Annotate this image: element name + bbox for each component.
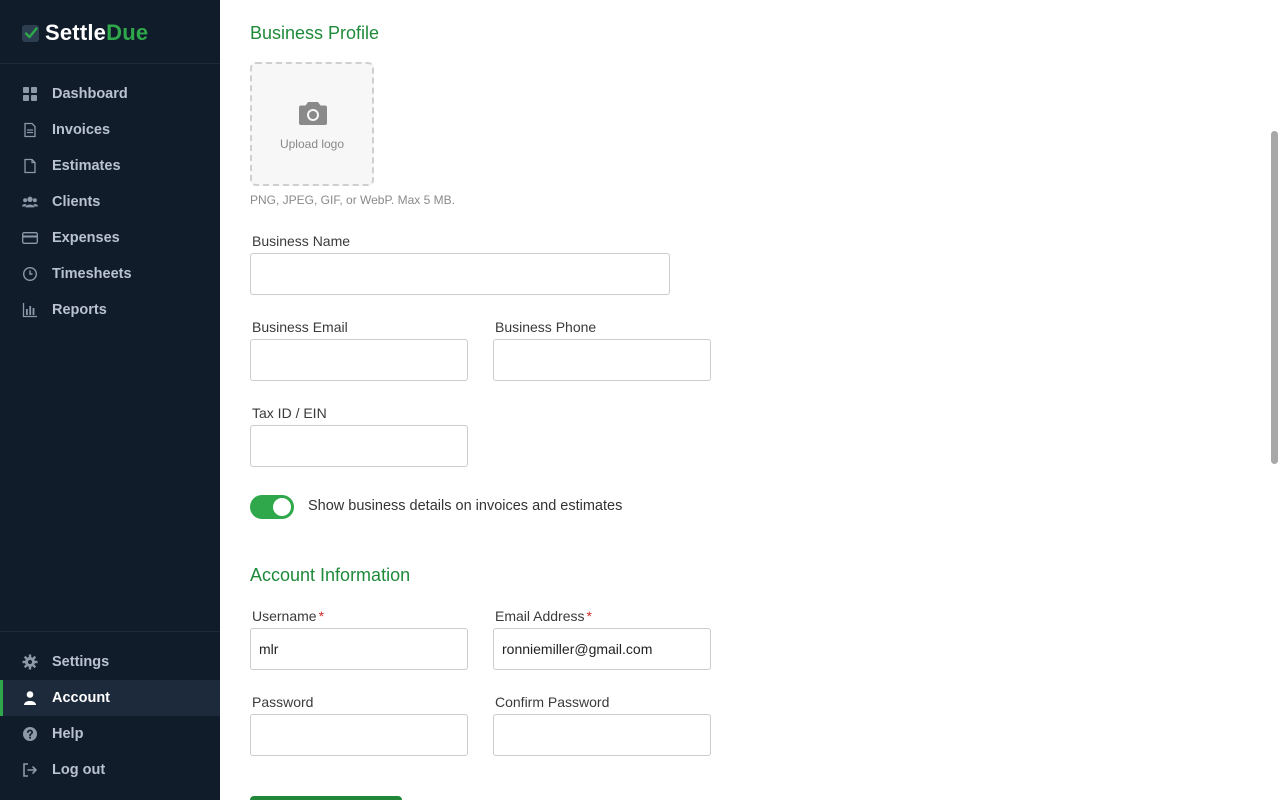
confirm-password-label: Confirm Password (495, 694, 610, 710)
sidebar-item-account[interactable]: Account (0, 680, 220, 716)
credit-card-icon (22, 230, 38, 246)
app-name-part1: Settle (45, 20, 107, 45)
scrollbar-thumb[interactable] (1271, 131, 1278, 464)
app-name-part2: Due (106, 20, 149, 45)
sidebar-item-clients[interactable]: Clients (0, 184, 220, 220)
bar-chart-icon (22, 302, 38, 318)
sidebar-item-expenses[interactable]: Expenses (0, 220, 220, 256)
sidebar-item-label: Log out (52, 762, 106, 778)
bottom-nav: Settings Account Help Log out (0, 644, 220, 788)
sidebar-item-label: Expenses (52, 230, 120, 246)
scrollbar-track[interactable] (1270, 0, 1280, 800)
required-marker: * (586, 608, 592, 624)
main-nav: Dashboard Invoices Estimates Clients Exp… (0, 76, 220, 328)
sidebar-item-settings[interactable]: Settings (0, 644, 220, 680)
camera-icon (298, 100, 328, 131)
gear-icon (22, 654, 38, 670)
sidebar-item-label: Clients (52, 194, 101, 210)
show-business-details-toggle[interactable] (250, 495, 294, 519)
business-phone-label: Business Phone (495, 319, 597, 335)
username-input[interactable] (250, 628, 468, 670)
check-logo-icon (22, 24, 39, 42)
tax-id-label: Tax ID / EIN (252, 405, 327, 421)
password-input[interactable] (250, 714, 468, 756)
app-name: SettleDue (45, 20, 148, 46)
upload-logo-label: Upload logo (279, 137, 345, 151)
business-email-label: Business Email (252, 319, 348, 335)
app-logo[interactable]: SettleDue (22, 19, 148, 47)
sidebar-divider (0, 631, 220, 632)
business-phone-input[interactable] (493, 339, 711, 381)
email-address-input[interactable] (493, 628, 711, 670)
main-content: Business Profile Upload logo PNG, JPEG, … (220, 0, 1280, 800)
sidebar-item-label: Reports (52, 302, 107, 318)
confirm-password-input[interactable] (493, 714, 711, 756)
show-business-details-label: Show business details on invoices and es… (308, 498, 623, 514)
sidebar-item-label: Timesheets (52, 266, 132, 282)
sidebar-item-label: Help (52, 726, 84, 742)
email-address-label-text: Email Address (495, 608, 585, 624)
tax-id-input[interactable] (250, 425, 468, 467)
dashboard-icon (22, 86, 38, 102)
clock-icon (22, 266, 38, 282)
invoice-icon (22, 122, 38, 138)
business-name-input[interactable] (250, 253, 670, 295)
username-label-text: Username (252, 608, 317, 624)
required-marker: * (318, 608, 325, 624)
sidebar-item-label: Invoices (52, 122, 111, 138)
sidebar-item-label: Account (52, 690, 110, 706)
sidebar-item-reports[interactable]: Reports (0, 292, 220, 328)
upload-logo-dropzone[interactable]: Upload logo (250, 62, 374, 186)
business-email-input[interactable] (250, 339, 468, 381)
email-address-label: Email Address * (495, 608, 592, 624)
save-button[interactable] (250, 796, 402, 800)
logout-icon (22, 762, 38, 778)
password-label: Password (252, 694, 314, 710)
account-information-heading: Account Information (250, 565, 411, 585)
help-icon (22, 726, 38, 742)
sidebar-item-logout[interactable]: Log out (0, 752, 220, 788)
sidebar-item-invoices[interactable]: Invoices (0, 112, 220, 148)
sidebar-item-estimates[interactable]: Estimates (0, 148, 220, 184)
sidebar-item-label: Estimates (52, 158, 121, 174)
sidebar-item-dashboard[interactable]: Dashboard (0, 76, 220, 112)
estimate-icon (22, 158, 38, 174)
sidebar-divider (0, 63, 220, 64)
toggle-knob (273, 498, 291, 516)
sidebar-item-label: Settings (52, 654, 110, 670)
sidebar-item-label: Dashboard (52, 86, 128, 102)
user-icon (22, 690, 38, 706)
sidebar-item-timesheets[interactable]: Timesheets (0, 256, 220, 292)
business-name-label: Business Name (252, 233, 351, 249)
sidebar-item-help[interactable]: Help (0, 716, 220, 752)
upload-hint: PNG, JPEG, GIF, or WebP. Max 5 MB. (250, 193, 455, 207)
sidebar: SettleDue Dashboard Invoices Estimates C… (0, 0, 220, 800)
clients-icon (22, 194, 38, 210)
username-label: Username * (252, 608, 324, 624)
business-profile-heading: Business Profile (250, 23, 380, 43)
